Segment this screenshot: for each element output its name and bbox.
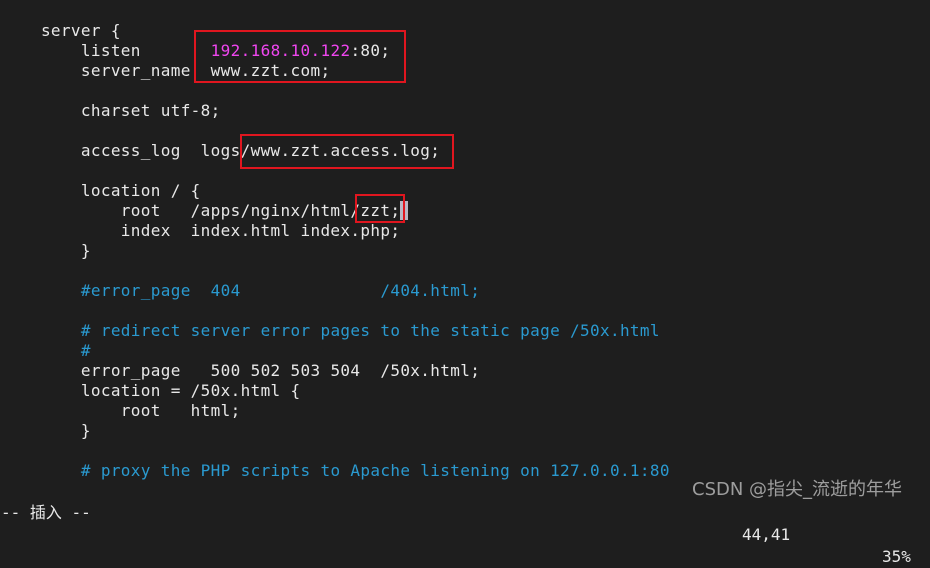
cursor-position: 44,41 bbox=[742, 525, 791, 544]
code-line: location / { bbox=[80, 181, 201, 200]
code-line: charset utf-8; bbox=[80, 101, 221, 120]
code-line: index index.html index.php; bbox=[120, 221, 401, 240]
comment-line: # redirect server error pages to the sta… bbox=[80, 321, 660, 340]
code-line: root html; bbox=[120, 401, 241, 420]
code-line: } bbox=[80, 421, 91, 440]
code-line: location = /50x.html { bbox=[80, 381, 301, 400]
code-line: server { bbox=[40, 21, 121, 40]
code-line: server_name www.zzt.com; bbox=[80, 61, 331, 80]
code-line-listen: listen 192.168.10.122:80; bbox=[80, 41, 391, 60]
code-line-root: root /apps/nginx/html/zzt; bbox=[1, 201, 930, 221]
code-line: access_log logs/www.zzt.access.log; bbox=[80, 141, 441, 160]
mode-indicator: -- 插入 -- bbox=[1, 503, 91, 522]
comment-line: #error_page 404 /404.html; bbox=[80, 281, 481, 300]
highlight-box-root bbox=[355, 194, 405, 223]
highlight-box-listen bbox=[194, 30, 406, 83]
watermark: CSDN @指尖_流逝的年华 bbox=[692, 479, 903, 500]
code-line: error_page 500 502 503 504 /50x.html; bbox=[80, 361, 481, 380]
code-line: } bbox=[80, 241, 91, 260]
vim-editor[interactable]: server { listen 192.168.10.122:80; serve… bbox=[1, 21, 930, 481]
comment-line: # bbox=[80, 341, 91, 360]
scroll-percent: 35% bbox=[882, 547, 911, 566]
highlight-box-access-log bbox=[240, 134, 454, 169]
